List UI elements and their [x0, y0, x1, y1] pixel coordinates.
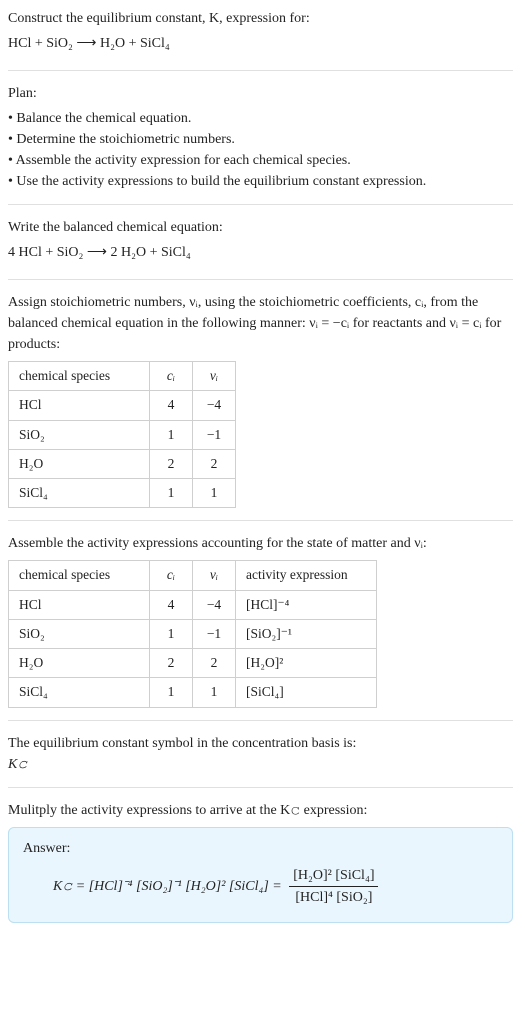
answer-box: Answer: K𝚌 = [HCl]⁻⁴ [SiO₂]⁻¹ [H₂O]² [Si… — [8, 827, 513, 923]
cell-v: 1 — [193, 678, 236, 707]
cell-activity: [H₂O]² — [236, 649, 377, 678]
answer-label: Answer: — [23, 838, 498, 859]
cell-c: 1 — [150, 678, 193, 707]
cell-c: 1 — [150, 479, 193, 508]
balanced-equation: 4 HCl + SiO₂ ⟶ 2 H₂O + SiCl₄ — [8, 242, 513, 263]
answer-numerator: [H₂O]² [SiCl₄] — [289, 865, 378, 887]
col-v: νᵢ — [193, 362, 236, 391]
cell-v: −1 — [193, 619, 236, 648]
kc-symbol-line2: K𝚌 — [8, 754, 513, 775]
plan-item: Determine the stoichiometric numbers. — [8, 129, 513, 150]
plan-item: Balance the chemical equation. — [8, 108, 513, 129]
cell-c: 4 — [150, 590, 193, 619]
prompt-heading: Construct the equilibrium constant, K, e… — [8, 8, 513, 29]
cell-species: HCl — [9, 590, 150, 619]
table-row: H₂O 2 2 — [9, 449, 236, 478]
plan-list: Balance the chemical equation. Determine… — [8, 108, 513, 192]
final-heading: Mulitply the activity expressions to arr… — [8, 800, 513, 821]
cell-species: H₂O — [9, 449, 150, 478]
cell-activity: [SiCl₄] — [236, 678, 377, 707]
plan-heading: Plan: — [8, 83, 513, 104]
cell-v: −4 — [193, 590, 236, 619]
table-header-row: chemical species cᵢ νᵢ — [9, 362, 236, 391]
cell-c: 4 — [150, 391, 193, 420]
cell-species: HCl — [9, 391, 150, 420]
answer-fraction: [H₂O]² [SiCl₄] [HCl]⁴ [SiO₂] — [289, 865, 378, 908]
balanced-section: Write the balanced chemical equation: 4 … — [8, 217, 513, 280]
table-row: HCl 4 −4 — [9, 391, 236, 420]
cell-v: −4 — [193, 391, 236, 420]
col-species: chemical species — [9, 362, 150, 391]
kc-symbol-line1: The equilibrium constant symbol in the c… — [8, 733, 513, 754]
col-v: νᵢ — [193, 561, 236, 590]
cell-v: −1 — [193, 420, 236, 449]
cell-species: SiCl₄ — [9, 479, 150, 508]
plan-section: Plan: Balance the chemical equation. Det… — [8, 83, 513, 205]
cell-species: SiCl₄ — [9, 678, 150, 707]
table-row: SiCl₄ 1 1 — [9, 479, 236, 508]
cell-c: 2 — [150, 649, 193, 678]
plan-item: Assemble the activity expression for eac… — [8, 150, 513, 171]
col-activity: activity expression — [236, 561, 377, 590]
stoich-table: chemical species cᵢ νᵢ HCl 4 −4 SiO₂ 1 −… — [8, 361, 236, 508]
cell-v: 1 — [193, 479, 236, 508]
stoich-section: Assign stoichiometric numbers, νᵢ, using… — [8, 292, 513, 521]
table-header-row: chemical species cᵢ νᵢ activity expressi… — [9, 561, 377, 590]
prompt-heading-text: Construct the equilibrium constant, K, e… — [8, 11, 310, 26]
cell-v: 2 — [193, 449, 236, 478]
page: Construct the equilibrium constant, K, e… — [0, 0, 525, 967]
plan-item: Use the activity expressions to build th… — [8, 171, 513, 192]
final-section: Mulitply the activity expressions to arr… — [8, 800, 513, 935]
col-species: chemical species — [9, 561, 150, 590]
cell-species: SiO₂ — [9, 420, 150, 449]
cell-species: H₂O — [9, 649, 150, 678]
prompt-section: Construct the equilibrium constant, K, e… — [8, 8, 513, 71]
table-row: SiCl₄ 1 1 [SiCl₄] — [9, 678, 377, 707]
table-row: HCl 4 −4 [HCl]⁻⁴ — [9, 590, 377, 619]
table-row: H₂O 2 2 [H₂O]² — [9, 649, 377, 678]
unbalanced-equation: HCl + SiO₂ ⟶ H₂O + SiCl₄ — [8, 33, 513, 54]
table-row: SiO₂ 1 −1 [SiO₂]⁻¹ — [9, 619, 377, 648]
activity-table: chemical species cᵢ νᵢ activity expressi… — [8, 560, 377, 707]
answer-expression: K𝚌 = [HCl]⁻⁴ [SiO₂]⁻¹ [H₂O]² [SiCl₄] = [… — [23, 865, 498, 908]
stoich-heading: Assign stoichiometric numbers, νᵢ, using… — [8, 292, 513, 355]
balanced-heading: Write the balanced chemical equation: — [8, 217, 513, 238]
cell-species: SiO₂ — [9, 619, 150, 648]
answer-lhs: K𝚌 = [HCl]⁻⁴ [SiO₂]⁻¹ [H₂O]² [SiCl₄] = — [53, 876, 282, 897]
table-row: SiO₂ 1 −1 — [9, 420, 236, 449]
cell-c: 1 — [150, 420, 193, 449]
cell-activity: [SiO₂]⁻¹ — [236, 619, 377, 648]
col-c: cᵢ — [150, 362, 193, 391]
cell-v: 2 — [193, 649, 236, 678]
cell-c: 2 — [150, 449, 193, 478]
cell-c: 1 — [150, 619, 193, 648]
col-c: cᵢ — [150, 561, 193, 590]
answer-denominator: [HCl]⁴ [SiO₂] — [289, 887, 378, 908]
kc-symbol-section: The equilibrium constant symbol in the c… — [8, 733, 513, 788]
activity-section: Assemble the activity expressions accoun… — [8, 533, 513, 720]
cell-activity: [HCl]⁻⁴ — [236, 590, 377, 619]
activity-heading: Assemble the activity expressions accoun… — [8, 533, 513, 554]
